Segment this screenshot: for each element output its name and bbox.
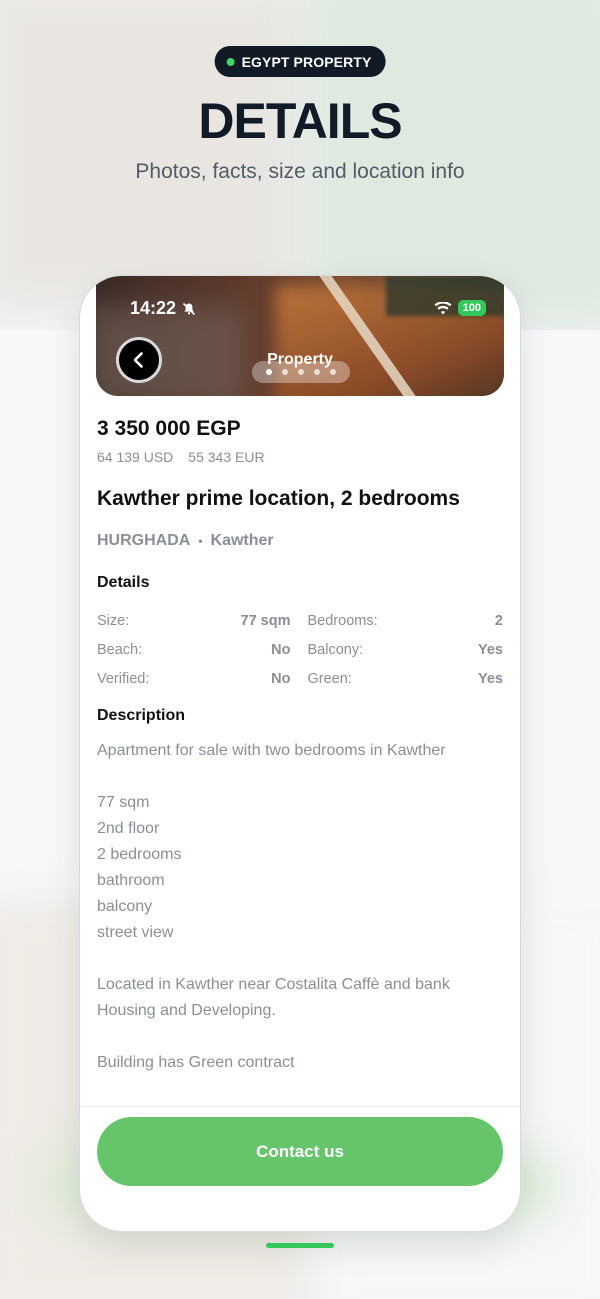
location-separator: • <box>198 534 203 548</box>
divider <box>80 1106 520 1107</box>
status-bar-time: 14:22 <box>130 298 196 319</box>
contact-us-button[interactable]: Contact us <box>97 1117 503 1186</box>
fact-label: Size: <box>97 612 130 629</box>
property-photo[interactable]: 14:22 100 Property <box>96 276 504 396</box>
description-line <box>97 1024 503 1050</box>
price: 3 350 000 EGP <box>97 417 241 440</box>
fact-value: No <box>271 641 291 658</box>
fact-value: No <box>271 670 291 687</box>
listing-title: Kawther prime location, 2 bedrooms <box>97 487 460 510</box>
fact-green: Green: Yes <box>308 671 504 687</box>
location-city: HURGHADA <box>97 532 191 549</box>
pagination-dot[interactable] <box>330 369 336 375</box>
description-line: 2 bedrooms <box>97 846 182 863</box>
fact-value: 77 sqm <box>240 612 291 629</box>
description-line: 2nd floor <box>97 820 160 837</box>
price-usd: 64 139 USD <box>97 449 174 465</box>
details-row: Beach: No Balcony: Yes <box>97 635 503 664</box>
fact-value: Yes <box>478 641 503 658</box>
home-indicator <box>266 1243 334 1248</box>
fact-verified: Verified: No <box>97 671 291 687</box>
location: HURGHADA • Kawther <box>97 532 274 550</box>
description-line: 77 sqm <box>97 794 150 811</box>
location-district: Kawther <box>210 532 274 549</box>
description-heading: Description <box>97 707 186 724</box>
fact-size: Size: 77 sqm <box>97 613 291 629</box>
details-heading: Details <box>97 574 150 591</box>
bell-slash-icon <box>182 302 196 315</box>
description-line: Housing and Developing. <box>97 1002 276 1019</box>
description-text: Apartment for sale with two bedrooms in … <box>97 738 503 1076</box>
status-dot-icon <box>226 57 235 66</box>
description-line: Apartment for sale with two bedrooms in … <box>97 742 446 759</box>
chevron-left-icon <box>133 352 143 368</box>
fact-balcony: Balcony: Yes <box>308 642 504 658</box>
fact-label: Balcony: <box>307 641 364 658</box>
status-bar-right: 100 <box>434 300 486 316</box>
wifi-icon <box>434 301 452 314</box>
converted-prices: 64 139 USD 55 343 EUR <box>97 449 265 465</box>
photo-pagination[interactable] <box>252 361 350 383</box>
pagination-dot[interactable] <box>266 369 272 375</box>
time-label: 14:22 <box>130 298 177 318</box>
fact-bedrooms: Bedrooms: 2 <box>308 613 504 629</box>
fact-label: Bedrooms: <box>307 612 378 629</box>
fact-label: Verified: <box>97 670 150 687</box>
battery-indicator: 100 <box>457 300 486 316</box>
page-subtitle: Photos, facts, size and location info <box>135 160 465 183</box>
description-line <box>97 946 503 972</box>
pagination-dot[interactable] <box>282 369 288 375</box>
page-title: DETAILS <box>198 93 402 149</box>
fact-label: Green: <box>307 670 352 687</box>
pagination-dot[interactable] <box>298 369 304 375</box>
details-grid: Size: 77 sqm Bedrooms: 2 Beach: No Balco… <box>97 606 503 693</box>
price-eur: 55 343 EUR <box>188 449 265 465</box>
fact-value: Yes <box>478 670 503 687</box>
description-line: balcony <box>97 898 153 915</box>
fact-beach: Beach: No <box>97 642 291 658</box>
description-line: bathroom <box>97 872 165 889</box>
description-line: Located in Kawther near Costalita Caffè … <box>97 976 450 993</box>
category-badge: EGYPT PROPERTY <box>214 46 386 77</box>
phone-frame: 14:22 100 Property 3 350 000 EGP 64 139 … <box>80 276 520 1231</box>
details-row: Verified: No Green: Yes <box>97 664 503 693</box>
details-row: Size: 77 sqm Bedrooms: 2 <box>97 606 503 635</box>
description-line: Building has Green contract <box>97 1054 295 1071</box>
fact-label: Beach: <box>97 641 143 658</box>
badge-label: EGYPT PROPERTY <box>241 53 372 70</box>
back-button[interactable] <box>116 337 162 383</box>
description-line <box>97 764 503 790</box>
pagination-dot[interactable] <box>314 369 320 375</box>
description-line: street view <box>97 924 174 941</box>
fact-value: 2 <box>494 612 503 629</box>
